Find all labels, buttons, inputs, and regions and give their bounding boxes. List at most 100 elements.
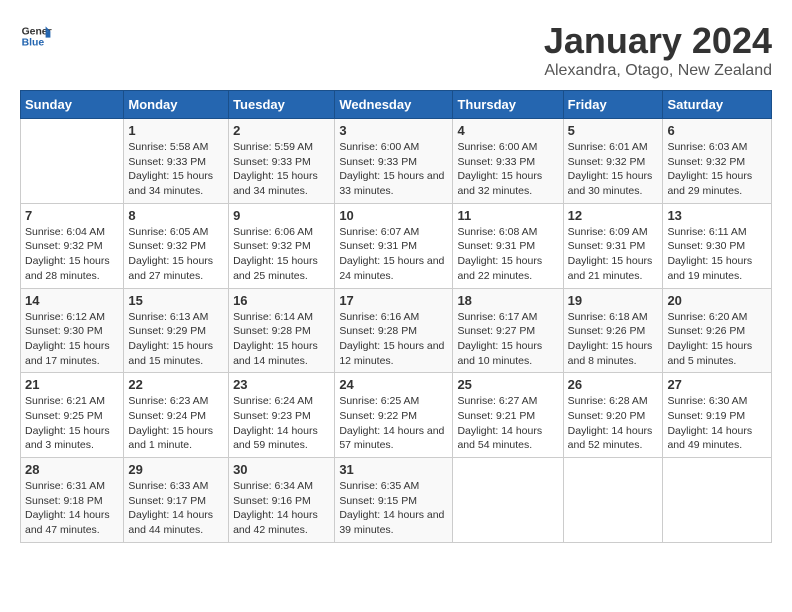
day-info: Sunrise: 6:12 AM Sunset: 9:30 PM Dayligh…	[25, 310, 119, 369]
day-info: Sunrise: 6:25 AM Sunset: 9:22 PM Dayligh…	[339, 394, 448, 453]
day-info: Sunrise: 6:07 AM Sunset: 9:31 PM Dayligh…	[339, 225, 448, 284]
calendar-cell: 20 Sunrise: 6:20 AM Sunset: 9:26 PM Dayl…	[663, 288, 772, 373]
calendar-cell: 2 Sunrise: 5:59 AM Sunset: 9:33 PM Dayli…	[229, 119, 335, 204]
header-tuesday: Tuesday	[229, 91, 335, 119]
calendar-cell: 6 Sunrise: 6:03 AM Sunset: 9:32 PM Dayli…	[663, 119, 772, 204]
day-info: Sunrise: 6:06 AM Sunset: 9:32 PM Dayligh…	[233, 225, 330, 284]
day-number: 1	[128, 123, 224, 138]
calendar-cell: 31 Sunrise: 6:35 AM Sunset: 9:15 PM Dayl…	[335, 458, 453, 543]
calendar-title: January 2024	[544, 20, 772, 62]
day-info: Sunrise: 5:59 AM Sunset: 9:33 PM Dayligh…	[233, 140, 330, 199]
day-info: Sunrise: 6:31 AM Sunset: 9:18 PM Dayligh…	[25, 479, 119, 538]
calendar-cell: 11 Sunrise: 6:08 AM Sunset: 9:31 PM Dayl…	[453, 203, 563, 288]
calendar-cell: 10 Sunrise: 6:07 AM Sunset: 9:31 PM Dayl…	[335, 203, 453, 288]
calendar-week-4: 28 Sunrise: 6:31 AM Sunset: 9:18 PM Dayl…	[21, 458, 772, 543]
day-number: 12	[568, 208, 659, 223]
calendar-cell: 14 Sunrise: 6:12 AM Sunset: 9:30 PM Dayl…	[21, 288, 124, 373]
calendar-cell: 15 Sunrise: 6:13 AM Sunset: 9:29 PM Dayl…	[124, 288, 229, 373]
day-info: Sunrise: 6:17 AM Sunset: 9:27 PM Dayligh…	[457, 310, 558, 369]
calendar-cell	[453, 458, 563, 543]
day-number: 25	[457, 377, 558, 392]
days-header-row: Sunday Monday Tuesday Wednesday Thursday…	[21, 91, 772, 119]
header-wednesday: Wednesday	[335, 91, 453, 119]
calendar-week-2: 14 Sunrise: 6:12 AM Sunset: 9:30 PM Dayl…	[21, 288, 772, 373]
day-number: 8	[128, 208, 224, 223]
calendar-cell: 5 Sunrise: 6:01 AM Sunset: 9:32 PM Dayli…	[563, 119, 663, 204]
day-number: 31	[339, 462, 448, 477]
day-info: Sunrise: 6:16 AM Sunset: 9:28 PM Dayligh…	[339, 310, 448, 369]
day-info: Sunrise: 6:21 AM Sunset: 9:25 PM Dayligh…	[25, 394, 119, 453]
calendar-subtitle: Alexandra, Otago, New Zealand	[544, 62, 772, 80]
day-number: 22	[128, 377, 224, 392]
day-info: Sunrise: 5:58 AM Sunset: 9:33 PM Dayligh…	[128, 140, 224, 199]
day-info: Sunrise: 6:04 AM Sunset: 9:32 PM Dayligh…	[25, 225, 119, 284]
calendar-cell: 29 Sunrise: 6:33 AM Sunset: 9:17 PM Dayl…	[124, 458, 229, 543]
day-info: Sunrise: 6:34 AM Sunset: 9:16 PM Dayligh…	[233, 479, 330, 538]
header-friday: Friday	[563, 91, 663, 119]
day-info: Sunrise: 6:18 AM Sunset: 9:26 PM Dayligh…	[568, 310, 659, 369]
calendar-cell: 16 Sunrise: 6:14 AM Sunset: 9:28 PM Dayl…	[229, 288, 335, 373]
day-info: Sunrise: 6:09 AM Sunset: 9:31 PM Dayligh…	[568, 225, 659, 284]
day-number: 17	[339, 293, 448, 308]
day-number: 6	[667, 123, 767, 138]
day-number: 21	[25, 377, 119, 392]
day-number: 29	[128, 462, 224, 477]
calendar-cell: 22 Sunrise: 6:23 AM Sunset: 9:24 PM Dayl…	[124, 373, 229, 458]
calendar-cell: 4 Sunrise: 6:00 AM Sunset: 9:33 PM Dayli…	[453, 119, 563, 204]
day-number: 19	[568, 293, 659, 308]
day-number: 14	[25, 293, 119, 308]
calendar-cell: 18 Sunrise: 6:17 AM Sunset: 9:27 PM Dayl…	[453, 288, 563, 373]
day-number: 27	[667, 377, 767, 392]
day-number: 5	[568, 123, 659, 138]
calendar-cell	[21, 119, 124, 204]
day-info: Sunrise: 6:33 AM Sunset: 9:17 PM Dayligh…	[128, 479, 224, 538]
calendar-cell: 21 Sunrise: 6:21 AM Sunset: 9:25 PM Dayl…	[21, 373, 124, 458]
day-number: 26	[568, 377, 659, 392]
day-info: Sunrise: 6:27 AM Sunset: 9:21 PM Dayligh…	[457, 394, 558, 453]
day-info: Sunrise: 6:00 AM Sunset: 9:33 PM Dayligh…	[457, 140, 558, 199]
day-info: Sunrise: 6:24 AM Sunset: 9:23 PM Dayligh…	[233, 394, 330, 453]
day-number: 2	[233, 123, 330, 138]
day-info: Sunrise: 6:11 AM Sunset: 9:30 PM Dayligh…	[667, 225, 767, 284]
header: General Blue January 2024 Alexandra, Ota…	[20, 20, 772, 80]
title-area: January 2024 Alexandra, Otago, New Zeala…	[544, 20, 772, 80]
header-saturday: Saturday	[663, 91, 772, 119]
calendar-cell: 30 Sunrise: 6:34 AM Sunset: 9:16 PM Dayl…	[229, 458, 335, 543]
calendar-cell: 1 Sunrise: 5:58 AM Sunset: 9:33 PM Dayli…	[124, 119, 229, 204]
day-number: 7	[25, 208, 119, 223]
day-number: 3	[339, 123, 448, 138]
calendar-cell: 7 Sunrise: 6:04 AM Sunset: 9:32 PM Dayli…	[21, 203, 124, 288]
calendar-cell: 3 Sunrise: 6:00 AM Sunset: 9:33 PM Dayli…	[335, 119, 453, 204]
day-info: Sunrise: 6:23 AM Sunset: 9:24 PM Dayligh…	[128, 394, 224, 453]
calendar-week-0: 1 Sunrise: 5:58 AM Sunset: 9:33 PM Dayli…	[21, 119, 772, 204]
day-info: Sunrise: 6:01 AM Sunset: 9:32 PM Dayligh…	[568, 140, 659, 199]
day-number: 13	[667, 208, 767, 223]
day-info: Sunrise: 6:20 AM Sunset: 9:26 PM Dayligh…	[667, 310, 767, 369]
calendar-cell	[563, 458, 663, 543]
day-info: Sunrise: 6:14 AM Sunset: 9:28 PM Dayligh…	[233, 310, 330, 369]
day-number: 15	[128, 293, 224, 308]
calendar-cell: 17 Sunrise: 6:16 AM Sunset: 9:28 PM Dayl…	[335, 288, 453, 373]
calendar-cell: 12 Sunrise: 6:09 AM Sunset: 9:31 PM Dayl…	[563, 203, 663, 288]
day-info: Sunrise: 6:08 AM Sunset: 9:31 PM Dayligh…	[457, 225, 558, 284]
day-info: Sunrise: 6:00 AM Sunset: 9:33 PM Dayligh…	[339, 140, 448, 199]
day-number: 18	[457, 293, 558, 308]
calendar-cell	[663, 458, 772, 543]
day-info: Sunrise: 6:30 AM Sunset: 9:19 PM Dayligh…	[667, 394, 767, 453]
header-sunday: Sunday	[21, 91, 124, 119]
day-number: 23	[233, 377, 330, 392]
day-info: Sunrise: 6:13 AM Sunset: 9:29 PM Dayligh…	[128, 310, 224, 369]
day-number: 4	[457, 123, 558, 138]
day-number: 28	[25, 462, 119, 477]
day-number: 30	[233, 462, 330, 477]
day-info: Sunrise: 6:28 AM Sunset: 9:20 PM Dayligh…	[568, 394, 659, 453]
calendar-cell: 9 Sunrise: 6:06 AM Sunset: 9:32 PM Dayli…	[229, 203, 335, 288]
calendar-cell: 26 Sunrise: 6:28 AM Sunset: 9:20 PM Dayl…	[563, 373, 663, 458]
calendar-week-1: 7 Sunrise: 6:04 AM Sunset: 9:32 PM Dayli…	[21, 203, 772, 288]
day-number: 16	[233, 293, 330, 308]
svg-text:Blue: Blue	[22, 38, 45, 49]
header-thursday: Thursday	[453, 91, 563, 119]
calendar-cell: 23 Sunrise: 6:24 AM Sunset: 9:23 PM Dayl…	[229, 373, 335, 458]
day-number: 10	[339, 208, 448, 223]
day-number: 24	[339, 377, 448, 392]
